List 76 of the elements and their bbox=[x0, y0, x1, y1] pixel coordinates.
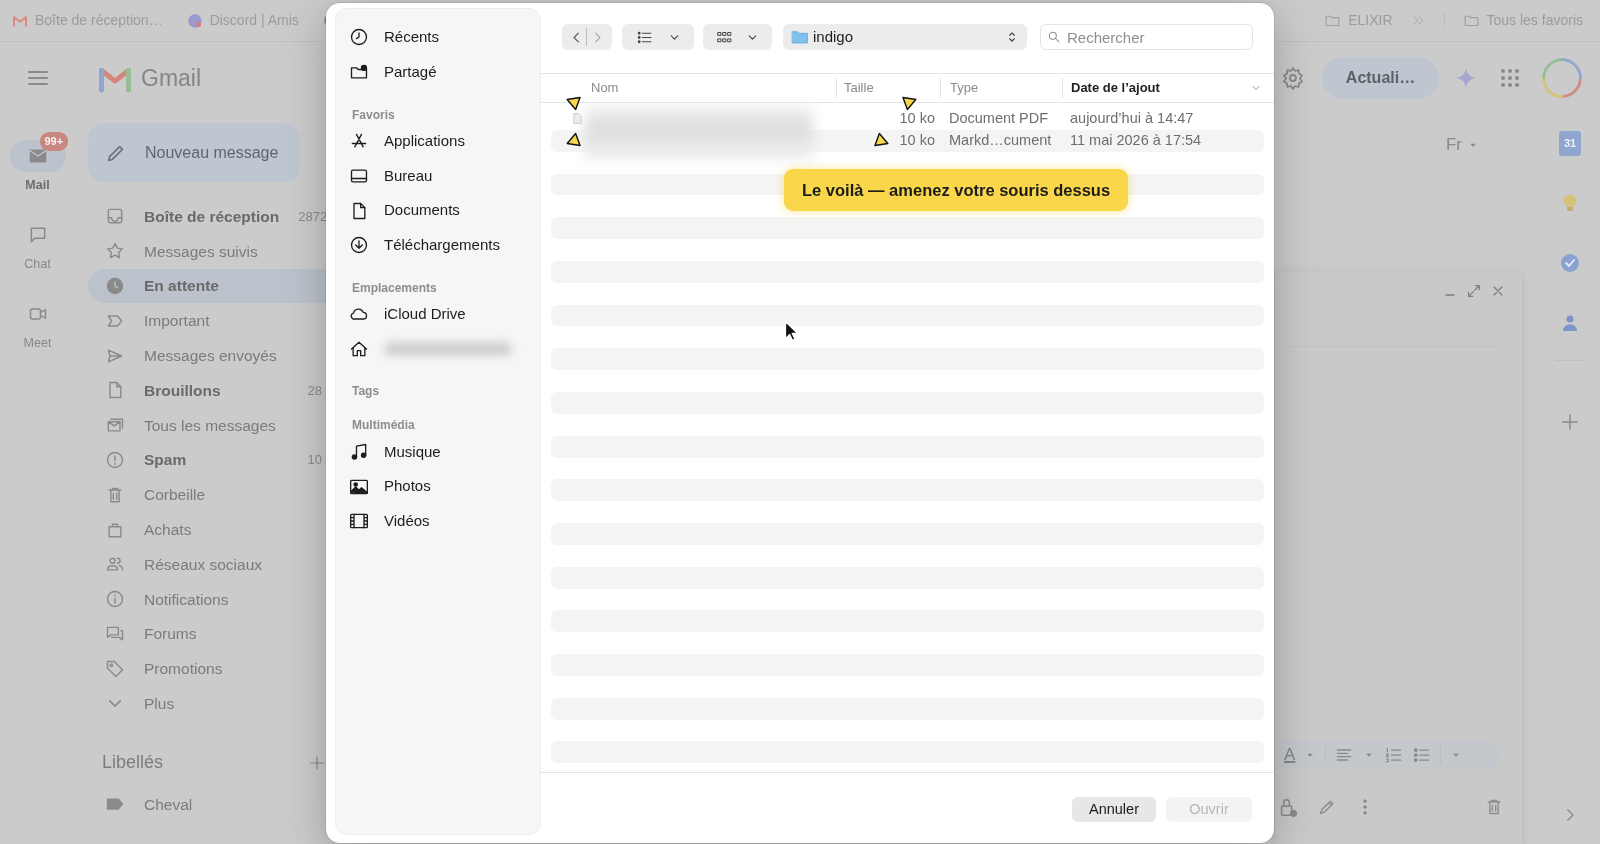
sidebar-item[interactable]: Téléchargements bbox=[336, 228, 540, 263]
section-heading: Favoris bbox=[351, 106, 396, 124]
nav-item[interactable]: Notifications bbox=[88, 581, 326, 617]
file-size: 10 ko bbox=[899, 110, 935, 127]
search-icon bbox=[1047, 30, 1061, 44]
column-header[interactable]: Type bbox=[940, 78, 1062, 98]
music-note-icon bbox=[349, 441, 369, 462]
nav-item[interactable]: En attente bbox=[88, 268, 326, 304]
nav-item[interactable]: Spam 10 bbox=[88, 442, 326, 478]
group-button[interactable] bbox=[703, 24, 772, 50]
file-size: 10 ko bbox=[899, 131, 935, 148]
sidebar-item[interactable]: Vidéos bbox=[336, 503, 540, 539]
nav-item[interactable]: Plus bbox=[88, 686, 326, 721]
location-popup[interactable]: indigo bbox=[783, 24, 1027, 50]
nav-item[interactable]: Forums bbox=[88, 616, 326, 652]
rail-item[interactable]: 99+ Mail bbox=[0, 130, 75, 195]
file-date: 11 mai 2026 à 17:54 bbox=[1070, 131, 1202, 148]
file-row[interactable]: 10 ko Document PDF aujourd’hui à 14:47 bbox=[551, 108, 1264, 130]
nav-item[interactable]: Corbeille bbox=[88, 477, 326, 513]
tooltip: Le voilà — amenez votre souris dessus bbox=[784, 169, 1129, 211]
alert-icon bbox=[105, 449, 125, 470]
section-heading: Tags bbox=[351, 383, 381, 401]
app-title: Gmail bbox=[141, 63, 202, 93]
add-icon[interactable] bbox=[1559, 411, 1581, 433]
text-color-button[interactable]: A bbox=[1284, 742, 1296, 768]
discord-favicon-icon bbox=[186, 12, 203, 29]
nav-item[interactable]: Messages envoyés bbox=[88, 338, 326, 373]
avatar-icon[interactable] bbox=[1541, 57, 1583, 99]
sidebar-item[interactable]: Bureau bbox=[336, 158, 540, 194]
chevron-down-icon bbox=[108, 699, 122, 709]
search-field[interactable]: Rechercher bbox=[1040, 24, 1253, 50]
dialog-button[interactable]: Annuler bbox=[1072, 797, 1156, 822]
download-icon bbox=[349, 235, 369, 256]
file-type: Document PDF bbox=[949, 110, 1049, 127]
nav-item[interactable]: Important bbox=[88, 303, 326, 339]
file-date: aujourd’hui à 14:47 bbox=[1070, 110, 1194, 127]
rail-item[interactable]: Meet bbox=[0, 287, 75, 353]
sidebar-item[interactable]: Récents bbox=[336, 20, 540, 55]
nav-item[interactable]: Achats bbox=[88, 512, 326, 547]
nav-item[interactable]: Tous les messages bbox=[88, 407, 326, 443]
nav-item[interactable]: Boîte de réception 2872 bbox=[88, 199, 326, 234]
nav-item[interactable]: Messages suivis bbox=[88, 233, 326, 269]
expand-icon[interactable] bbox=[1466, 283, 1482, 299]
clock-icon bbox=[105, 276, 125, 296]
sidebar-item[interactable]: Partagé bbox=[336, 54, 540, 90]
nav-item[interactable]: Brouillons 28 bbox=[88, 373, 326, 408]
count-badge: 99+ bbox=[39, 132, 69, 151]
section-heading: Multimédia bbox=[351, 417, 416, 435]
rail-item[interactable]: Chat bbox=[0, 208, 75, 274]
update-button[interactable]: Actuali… bbox=[1322, 57, 1439, 99]
section-heading: Emplacements bbox=[351, 279, 438, 297]
compose-button[interactable]: Nouveau message bbox=[88, 123, 300, 182]
language-button[interactable]: Fr bbox=[1445, 132, 1480, 158]
info-icon bbox=[105, 589, 125, 610]
envelope-icon bbox=[27, 146, 48, 166]
clock-icon bbox=[349, 27, 369, 48]
section-heading: Libellés bbox=[102, 751, 164, 775]
nav-item[interactable]: Réseaux sociaux bbox=[88, 546, 326, 582]
label-item[interactable]: Cheval bbox=[88, 786, 326, 822]
sidebar-item[interactable]: iCloud Drive bbox=[336, 296, 540, 332]
tag-icon bbox=[105, 658, 125, 679]
apps-grid-icon[interactable] bbox=[1498, 66, 1522, 90]
nav-item[interactable]: Promotions bbox=[88, 651, 326, 687]
file-type: Markd…cument bbox=[949, 131, 1052, 148]
sidebar-item[interactable]: Photos bbox=[336, 469, 540, 504]
column-header[interactable]: Date de l’ajout bbox=[1062, 78, 1274, 98]
folder-icon bbox=[791, 28, 809, 46]
column-header[interactable]: Nom bbox=[541, 74, 836, 102]
sidebar-item[interactable]: Applications bbox=[336, 123, 540, 159]
settings-icon[interactable] bbox=[1281, 66, 1305, 90]
tasks-icon[interactable] bbox=[1558, 251, 1582, 275]
sidebar-item[interactable]: Musique bbox=[336, 434, 540, 470]
navigation-buttons[interactable] bbox=[562, 24, 612, 50]
sidebar-item[interactable]: Documents bbox=[336, 193, 540, 228]
calendar-button[interactable]: 31 bbox=[1559, 131, 1581, 156]
view-list-button[interactable] bbox=[622, 24, 694, 50]
